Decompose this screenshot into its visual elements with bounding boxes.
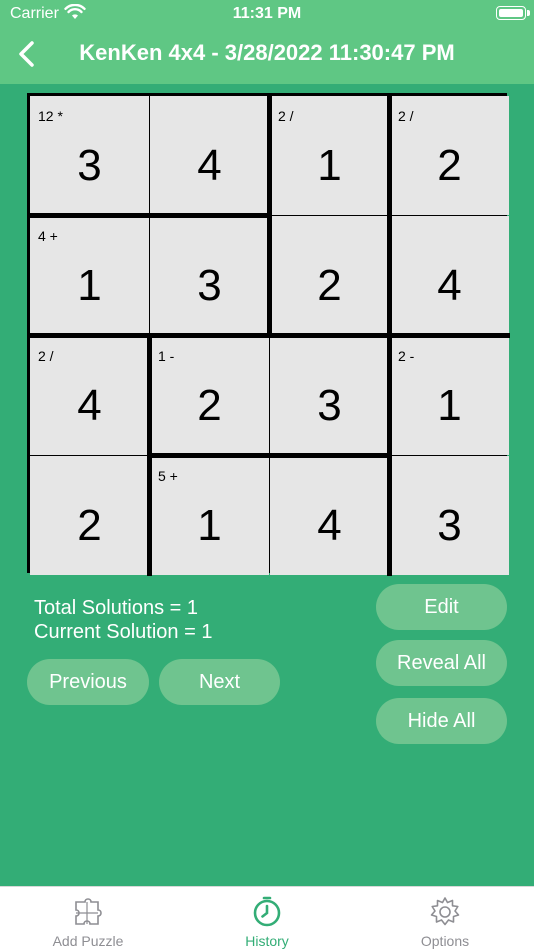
grid-cell[interactable]: 4: [150, 96, 269, 215]
cage-border: [150, 453, 390, 458]
grid-cell[interactable]: 4: [270, 456, 389, 575]
cage-border: [267, 96, 272, 336]
grid-cell[interactable]: 3: [150, 216, 269, 335]
cell-value: 2: [197, 381, 222, 430]
cage-label: 5 +: [158, 468, 178, 484]
cell-value: 2: [437, 141, 462, 190]
grid-cell[interactable]: 12 * 3: [30, 96, 149, 215]
grid-cell[interactable]: 4 + 1: [30, 216, 149, 335]
tab-history[interactable]: History: [197, 887, 337, 950]
total-solutions-text: Total Solutions = 1: [34, 597, 198, 619]
tab-bar: Add Puzzle History Options: [0, 886, 534, 950]
edit-button[interactable]: Edit: [376, 584, 507, 630]
cage-label: 12 *: [38, 108, 63, 124]
cell-value: 3: [437, 501, 462, 550]
grid-cell[interactable]: 2 / 4: [30, 336, 149, 455]
tab-label: History: [245, 933, 289, 949]
kenken-board: 12 * 3 4 2 / 1 2 / 2 4 + 1 3 2 4 2 / 4 1 - 2 3…: [27, 93, 510, 576]
cell-value: 2: [77, 501, 102, 550]
cage-label: 2 /: [38, 348, 54, 364]
previous-button[interactable]: Previous: [27, 659, 149, 705]
reveal-all-button[interactable]: Reveal All: [376, 640, 507, 686]
status-time: 11:31 PM: [232, 5, 302, 22]
cell-value: 1: [317, 141, 342, 190]
tab-options[interactable]: Options: [375, 887, 515, 950]
grid-cell[interactable]: 2: [270, 216, 389, 335]
cell-value: 2: [317, 261, 342, 310]
cage-label: 2 /: [398, 108, 414, 124]
status-bar: Carrier 11:31 PM: [0, 0, 534, 30]
tab-label: Add Puzzle: [52, 933, 124, 949]
grid-cell[interactable]: 4: [390, 216, 509, 335]
grid-cell[interactable]: 2 / 1: [270, 96, 389, 215]
grid-cell[interactable]: 3: [270, 336, 389, 455]
cage-label: 1 -: [158, 348, 175, 364]
cell-value: 4: [77, 381, 102, 430]
cell-value: 4: [317, 501, 342, 550]
cage-label: 2 -: [398, 348, 415, 364]
grid-cell[interactable]: 1 - 2: [150, 336, 269, 455]
grid-cell[interactable]: 5 + 1: [150, 456, 269, 575]
grid-cell[interactable]: 2 - 1: [390, 336, 509, 455]
cell-value: 3: [77, 141, 102, 190]
cell-value: 1: [197, 501, 222, 550]
cage-border: [30, 213, 270, 218]
grid-cell[interactable]: 2: [30, 456, 149, 575]
cell-value: 4: [437, 261, 462, 310]
cell-value: 3: [197, 261, 222, 310]
hide-all-button[interactable]: Hide All: [376, 698, 507, 744]
cell-value: 1: [77, 261, 102, 310]
cage-label: 4 +: [38, 228, 58, 244]
current-solution-text: Current Solution = 1: [34, 621, 213, 643]
next-button[interactable]: Next: [159, 659, 280, 705]
solution-info: Total Solutions = 1 Current Solution = 1: [34, 596, 212, 644]
tab-label: Options: [420, 933, 470, 949]
cell-value: 1: [437, 381, 462, 430]
history-clock-icon: [253, 896, 281, 927]
grid-cell[interactable]: 3: [390, 456, 509, 575]
puzzle-icon: [75, 898, 102, 925]
cell-value: 4: [197, 141, 222, 190]
grid-cell[interactable]: 2 / 2: [390, 96, 509, 215]
cell-value: 3: [317, 381, 342, 430]
cage-border: [30, 333, 510, 338]
gear-icon: [430, 897, 460, 926]
tab-add-puzzle[interactable]: Add Puzzle: [18, 887, 158, 950]
page-title: KenKen 4x4 - 3/28/2022 11:30:47 PM: [79, 40, 455, 65]
nav-bar: Carrier 11:31 PM KenKen 4x4 - 3/28/2022 …: [0, 0, 534, 84]
cage-label: 2 /: [278, 108, 294, 124]
battery-icon: [496, 6, 530, 20]
